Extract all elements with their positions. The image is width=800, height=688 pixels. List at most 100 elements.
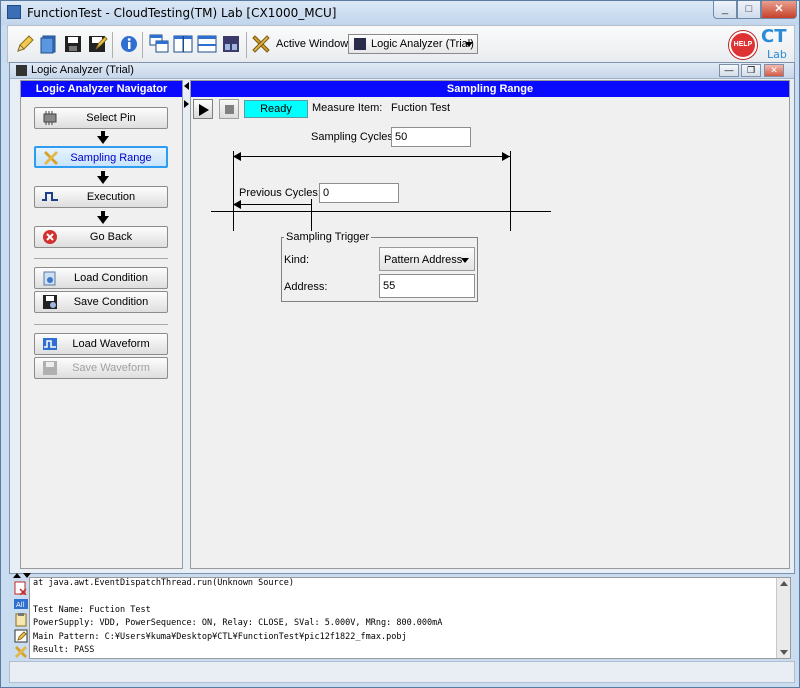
sampling-range-panel: Sampling Range Ready Measure Item: Fucti… [190, 80, 790, 569]
log-line: Main Pattern: C:¥Users¥kuma¥Desktop¥CTL¥… [33, 632, 407, 642]
sampling-cycles-field[interactable]: 50 [391, 127, 471, 147]
arrange-icons-icon[interactable] [220, 33, 242, 55]
log-line: PowerSupply: VDD, PowerSequence: ON, Rel… [33, 618, 443, 628]
trigger-point-tick [311, 199, 312, 231]
frame-restore-button[interactable]: ❐ [741, 64, 761, 77]
flow-arrow-icon [97, 216, 109, 224]
tile-vertical-icon[interactable] [172, 33, 194, 55]
app-icon [7, 5, 21, 19]
stop-button[interactable] [219, 99, 239, 119]
edit-pencil-icon[interactable] [14, 33, 36, 55]
execution-label: Execution [86, 191, 136, 203]
previous-cycles-field[interactable]: 0 [319, 183, 399, 203]
address-field[interactable]: 55 [379, 274, 475, 298]
maximize-button[interactable]: □ [737, 1, 761, 19]
select-all-icon[interactable]: All [14, 597, 28, 611]
svg-text:All: All [16, 601, 25, 609]
kind-value: Pattern Address [384, 254, 463, 266]
run-button[interactable] [193, 99, 213, 119]
execution-button[interactable]: Execution [34, 186, 168, 208]
kind-label: Kind: [284, 254, 310, 266]
save-condition-label: Save Condition [73, 296, 149, 308]
active-window-prefix: Logic [371, 38, 398, 50]
window-title: FunctionTest - CloudTesting(TM) Lab [CX1… [27, 6, 337, 20]
status-bar [9, 661, 795, 683]
cascade-windows-icon[interactable] [148, 33, 170, 55]
log-line: Result: PASS [33, 645, 95, 655]
edit-log-icon[interactable] [14, 629, 28, 643]
minimize-button[interactable]: _ [713, 1, 737, 19]
go-back-label: Go Back [89, 231, 133, 243]
close-button[interactable]: ✕ [761, 1, 797, 19]
frame-close-button[interactable]: ✕ [764, 64, 784, 77]
save-waveform-button[interactable]: Save Waveform [34, 357, 168, 379]
logic-analyzer-icon [354, 38, 366, 50]
main-toolbar: Active Window: Logic Analyzer (Trial) [7, 25, 795, 63]
load-waveform-button[interactable]: Load Waveform [34, 333, 168, 355]
info-icon[interactable] [118, 33, 140, 55]
go-back-button[interactable]: Go Back [34, 226, 168, 248]
help-icon[interactable]: HELP [729, 31, 757, 59]
active-window-dropdown[interactable]: Logic Analyzer (Trial) [348, 34, 478, 54]
ct-lab-logo: CT Lab [761, 26, 793, 62]
flow-arrow-icon [97, 136, 109, 144]
log-line: Test Name: Fuction Test [33, 605, 151, 615]
chevron-down-icon [465, 42, 473, 47]
logic-analyzer-frame: Logic Analyzer (Trial) — ❐ ✕ Logic Analy… [9, 62, 795, 574]
load-waveform-label: Load Waveform [72, 338, 150, 350]
frame-title-bar: Logic Analyzer (Trial) — ❐ ✕ [10, 63, 794, 79]
navigator-header: Logic Analyzer Navigator [21, 81, 182, 97]
log-scrollbar[interactable] [776, 578, 790, 658]
save-as-icon[interactable] [86, 33, 108, 55]
tools-icon[interactable] [14, 645, 28, 659]
logo-text: CT [761, 26, 787, 47]
sampling-range-line [233, 156, 510, 157]
tools-icon[interactable] [250, 33, 272, 55]
log-output[interactable]: at java.awt.EventDispatchThread.run(Unkn… [29, 577, 791, 659]
range-start-tick [233, 151, 234, 231]
previous-cycles-label: Previous Cycles: [239, 187, 321, 199]
active-window-value: Analyzer (Trial) [399, 38, 474, 50]
load-condition-label: Load Condition [73, 272, 148, 284]
flow-arrow-icon [97, 176, 109, 184]
sampling-trigger-title: Sampling Trigger [284, 231, 372, 243]
panel-header: Sampling Range [191, 81, 789, 97]
navigator-panel: Logic Analyzer Navigator Select Pin Samp… [20, 80, 183, 569]
frame-title: Logic Analyzer (Trial) [31, 64, 134, 76]
collapse-arrows-icon[interactable] [183, 80, 190, 110]
timeline-axis [211, 211, 551, 212]
range-end-tick [510, 151, 511, 231]
scroll-arrows-icon [780, 581, 788, 655]
sampling-range-label: Sampling Range [70, 152, 152, 164]
arrow-right-icon [502, 152, 510, 161]
arrow-left-icon [233, 200, 241, 209]
save-icon[interactable] [62, 33, 84, 55]
stop-icon [225, 105, 234, 114]
measure-item-value: Fuction Test [391, 102, 451, 114]
arrow-left-icon [233, 152, 241, 161]
log-line: at java.awt.EventDispatchThread.run(Unkn… [33, 578, 294, 588]
load-condition-button[interactable]: Load Condition [34, 267, 168, 289]
kind-dropdown[interactable]: Pattern Address [379, 247, 475, 271]
previous-range-line [233, 204, 311, 205]
play-icon [199, 104, 209, 116]
save-condition-button[interactable]: Save Condition [34, 291, 168, 313]
open-document-icon[interactable] [38, 33, 60, 55]
logo-sub: Lab [767, 48, 787, 61]
clear-log-icon[interactable] [14, 581, 28, 595]
log-toolbar: All [11, 579, 31, 659]
measure-item-label: Measure Item: [312, 102, 383, 114]
save-waveform-label: Save Waveform [72, 362, 150, 374]
title-bar: FunctionTest - CloudTesting(TM) Lab [CX1… [1, 1, 799, 25]
frame-minimize-button[interactable]: — [719, 64, 739, 77]
chevron-down-icon [461, 258, 469, 263]
status-badge: Ready [244, 100, 308, 118]
active-window-label: Active Window: [276, 38, 352, 50]
copy-icon[interactable] [14, 613, 28, 627]
tile-horizontal-icon[interactable] [196, 33, 218, 55]
select-pin-label: Select Pin [86, 112, 136, 124]
frame-icon [16, 65, 27, 76]
select-pin-button[interactable]: Select Pin [34, 107, 168, 129]
sampling-range-button[interactable]: Sampling Range [34, 146, 168, 168]
app-window: FunctionTest - CloudTesting(TM) Lab [CX1… [0, 0, 800, 688]
